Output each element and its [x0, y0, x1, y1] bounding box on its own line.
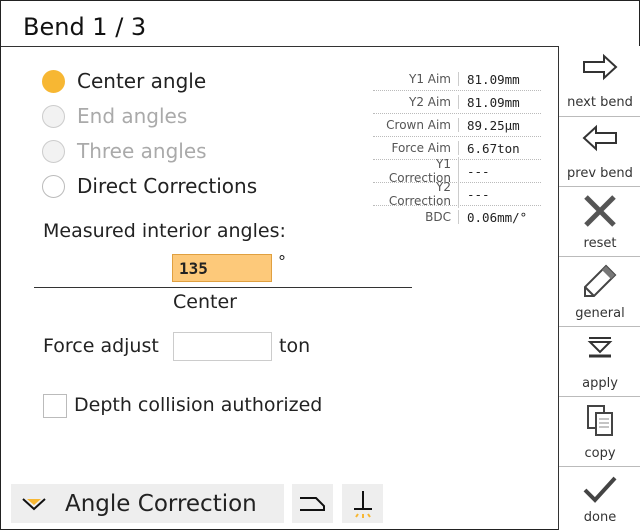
title-divider: [1, 46, 558, 47]
mode-label: Angle Correction: [65, 490, 257, 517]
app-window: Bend 1 / 3 Center angle End angles Three…: [0, 0, 640, 530]
depth-collision-label: Depth collision authorized: [74, 394, 323, 416]
page-title: Bend 1 / 3: [23, 13, 147, 41]
force-unit: ton: [279, 335, 311, 357]
prev-bend-label: prev bend: [567, 166, 633, 181]
option-label: Direct Corrections: [77, 174, 258, 198]
bend-profile-button[interactable]: [292, 484, 333, 523]
center-position-label: Center: [173, 291, 237, 313]
degree-unit: °: [278, 252, 286, 271]
angle-correction-dropdown[interactable]: Angle Correction: [11, 484, 284, 523]
apply-label: apply: [582, 376, 618, 391]
angle-divider: [34, 287, 412, 288]
info-value: 0.06mm/°: [467, 209, 528, 225]
tool-point-icon: [353, 490, 372, 518]
copy-button[interactable]: copy: [559, 396, 640, 467]
radio-selected-icon[interactable]: [42, 69, 65, 93]
reset-x-icon: [584, 195, 616, 227]
info-value: 81.09mm: [467, 94, 520, 110]
option-label: End angles: [77, 104, 188, 128]
tool-point-button[interactable]: [342, 484, 383, 523]
info-value: 81.09mm: [467, 71, 520, 87]
action-sidebar: next bend prev bend reset general apply …: [558, 46, 640, 530]
arrow-right-icon: [583, 53, 618, 81]
checkmark-icon: [583, 476, 617, 503]
measured-angles-title: Measured interior angles:: [43, 220, 286, 242]
reset-label: reset: [583, 236, 617, 251]
info-key: Y2 Correction: [373, 180, 459, 208]
info-value: ---: [467, 163, 490, 179]
chevron-down-icon: [22, 497, 46, 510]
info-key: Crown Aim: [373, 118, 459, 132]
force-adjust-input[interactable]: [173, 332, 272, 361]
bend-info-table: Y1 Aim 81.09mm Y2 Aim 81.09mm Crown Aim …: [373, 68, 541, 228]
option-end-angles[interactable]: End angles: [42, 103, 187, 129]
pencil-icon: [584, 264, 617, 297]
radio-unselected-icon[interactable]: [42, 174, 65, 198]
reset-button[interactable]: reset: [559, 186, 640, 257]
copy-label: copy: [584, 446, 616, 461]
info-row-y2-correction: Y2 Correction ---: [373, 180, 541, 208]
option-direct-corrections[interactable]: Direct Corrections: [42, 173, 257, 199]
bend-profile-icon: [299, 496, 325, 511]
info-key: BDC: [373, 210, 459, 224]
apply-button[interactable]: apply: [559, 326, 640, 397]
radio-disabled-icon[interactable]: [42, 139, 65, 163]
force-adjust-label: Force adjust: [43, 335, 159, 357]
center-angle-input[interactable]: 135: [172, 254, 272, 282]
option-center-angle[interactable]: Center angle: [42, 68, 206, 94]
info-key: Force Aim: [373, 141, 459, 155]
info-value: ---: [467, 186, 490, 202]
info-value: 6.67ton: [467, 140, 520, 156]
general-label: general: [575, 306, 625, 321]
depth-collision-checkbox[interactable]: [43, 394, 67, 418]
info-value: 89.25µm: [467, 117, 520, 133]
info-row-bdc: BDC 0.06mm/°: [373, 206, 541, 228]
info-row-y1-aim: Y1 Aim 81.09mm: [373, 68, 541, 91]
done-label: done: [583, 510, 617, 525]
option-three-angles[interactable]: Three angles: [42, 138, 207, 164]
option-label: Three angles: [77, 139, 207, 163]
arrow-left-icon: [582, 124, 617, 152]
info-row-y2-aim: Y2 Aim 81.09mm: [373, 91, 541, 114]
option-label: Center angle: [77, 69, 207, 93]
general-button[interactable]: general: [559, 256, 640, 327]
info-key: Y1 Aim: [373, 72, 459, 86]
info-row-crown-aim: Crown Aim 89.25µm: [373, 114, 541, 137]
done-button[interactable]: done: [559, 466, 640, 531]
next-bend-button[interactable]: next bend: [559, 46, 640, 116]
next-bend-label: next bend: [567, 95, 633, 110]
info-key: Y2 Aim: [373, 95, 459, 109]
copy-icon: [587, 405, 613, 436]
apply-icon: [587, 337, 613, 358]
prev-bend-button[interactable]: prev bend: [559, 116, 640, 187]
radio-disabled-icon[interactable]: [42, 104, 65, 128]
